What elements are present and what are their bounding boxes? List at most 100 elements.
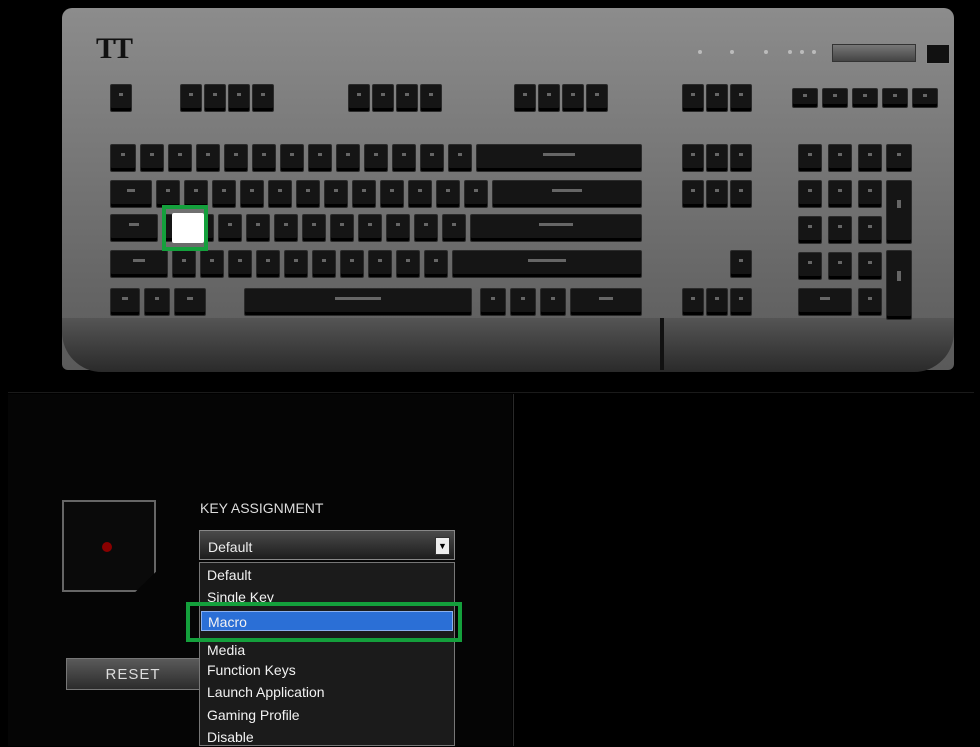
keyboard-key[interactable] (386, 214, 410, 242)
option-gaming-profile[interactable]: Gaming Profile (201, 705, 453, 725)
keyboard-key[interactable] (228, 84, 250, 112)
keyboard-key[interactable] (228, 250, 252, 278)
option-function-keys[interactable]: Function Keys (201, 660, 453, 680)
keyboard-key[interactable] (140, 144, 164, 172)
keyboard-key[interactable] (852, 88, 878, 108)
keyboard-key[interactable] (730, 84, 752, 112)
keyboard-key[interactable] (442, 214, 466, 242)
keyboard-key[interactable] (858, 144, 882, 172)
keyboard-key[interactable] (348, 84, 370, 112)
keyboard-key[interactable] (448, 144, 472, 172)
keyboard-key[interactable] (110, 180, 152, 208)
option-disable[interactable]: Disable (201, 727, 453, 747)
keyboard-key[interactable] (792, 88, 818, 108)
keyboard-key[interactable] (682, 84, 704, 112)
keyboard-key[interactable] (256, 250, 280, 278)
keyboard-key[interactable] (168, 144, 192, 172)
keyboard-key[interactable] (858, 216, 882, 244)
keyboard-key[interactable] (368, 250, 392, 278)
keyboard-key[interactable] (340, 250, 364, 278)
keyboard-key[interactable] (180, 84, 202, 112)
keyboard-key[interactable] (538, 84, 560, 112)
keyboard-key[interactable] (372, 84, 394, 112)
key-assignment-select[interactable]: Default ▼ (199, 530, 455, 560)
keyboard-key[interactable] (828, 180, 852, 208)
keyboard-key[interactable] (324, 180, 348, 208)
keyboard-key[interactable] (110, 214, 158, 242)
keyboard-key[interactable] (224, 144, 248, 172)
keyboard-key[interactable] (682, 180, 704, 208)
keyboard-key[interactable] (470, 214, 642, 242)
keyboard-key[interactable] (798, 144, 822, 172)
keyboard-key[interactable] (424, 250, 448, 278)
keyboard-key[interactable] (586, 84, 608, 112)
keyboard-key[interactable] (302, 214, 326, 242)
keyboard-key[interactable] (706, 144, 728, 172)
keyboard-key[interactable] (380, 180, 404, 208)
keyboard-key[interactable] (184, 180, 208, 208)
keyboard-key[interactable] (420, 144, 444, 172)
keyboard-key[interactable] (172, 250, 196, 278)
keyboard-key[interactable] (858, 180, 882, 208)
keyboard-key[interactable] (212, 180, 236, 208)
keyboard-key[interactable] (706, 180, 728, 208)
keyboard-key[interactable] (252, 144, 276, 172)
option-default[interactable]: Default (201, 565, 453, 585)
keyboard-key[interactable] (682, 288, 704, 316)
keyboard-key[interactable] (822, 88, 848, 108)
option-media[interactable]: Media (201, 640, 453, 660)
keyboard-key[interactable] (886, 180, 912, 244)
keyboard-key[interactable] (828, 252, 852, 280)
keyboard-key[interactable] (392, 144, 416, 172)
keyboard-key[interactable] (246, 214, 270, 242)
keyboard-key[interactable] (144, 288, 170, 316)
keyboard-key[interactable] (408, 180, 432, 208)
keyboard-key[interactable] (312, 250, 336, 278)
keyboard-key[interactable] (828, 216, 852, 244)
keyboard-key[interactable] (240, 180, 264, 208)
keyboard-key[interactable] (110, 250, 168, 278)
keyboard-key[interactable] (156, 180, 180, 208)
keyboard-key[interactable] (510, 288, 536, 316)
keyboard-key[interactable] (798, 288, 852, 316)
keyboard-key[interactable] (204, 84, 226, 112)
chevron-down-icon[interactable]: ▼ (435, 537, 450, 555)
keyboard-key[interactable] (730, 250, 752, 278)
keyboard-key[interactable] (196, 144, 220, 172)
keyboard-key[interactable] (110, 288, 140, 316)
keyboard-key[interactable] (912, 88, 938, 108)
keyboard-key[interactable] (110, 84, 132, 112)
keyboard-key[interactable] (886, 250, 912, 320)
keyboard-key[interactable] (280, 144, 304, 172)
keyboard-key[interactable] (492, 180, 642, 208)
keyboard-key[interactable] (330, 214, 354, 242)
keyboard-key[interactable] (200, 250, 224, 278)
keyboard-key[interactable] (464, 180, 488, 208)
keyboard-key[interactable] (570, 288, 642, 316)
keyboard-key[interactable] (352, 180, 376, 208)
keyboard-key[interactable] (218, 214, 242, 242)
keyboard-key[interactable] (476, 144, 642, 172)
keyboard-key[interactable] (540, 288, 566, 316)
keyboard-key[interactable] (436, 180, 460, 208)
keyboard-key[interactable] (452, 250, 642, 278)
keyboard-key[interactable] (828, 144, 852, 172)
keyboard-key[interactable] (682, 144, 704, 172)
keyboard-key[interactable] (308, 144, 332, 172)
reset-button[interactable]: RESET (66, 658, 200, 690)
keyboard-key[interactable] (364, 144, 388, 172)
keyboard-key[interactable] (730, 144, 752, 172)
keyboard-key[interactable] (798, 180, 822, 208)
keyboard-key[interactable] (358, 214, 382, 242)
keyboard-key[interactable] (420, 84, 442, 112)
keyboard-key[interactable] (336, 144, 360, 172)
keyboard-key[interactable] (514, 84, 536, 112)
keyboard-key[interactable] (274, 214, 298, 242)
keyboard-key[interactable] (244, 288, 472, 316)
keyboard-key[interactable] (174, 288, 206, 316)
keyboard-key[interactable] (858, 288, 882, 316)
keyboard-key[interactable] (562, 84, 584, 112)
keyboard-key[interactable] (798, 252, 822, 280)
keyboard-key[interactable] (252, 84, 274, 112)
keyboard-key[interactable] (858, 252, 882, 280)
